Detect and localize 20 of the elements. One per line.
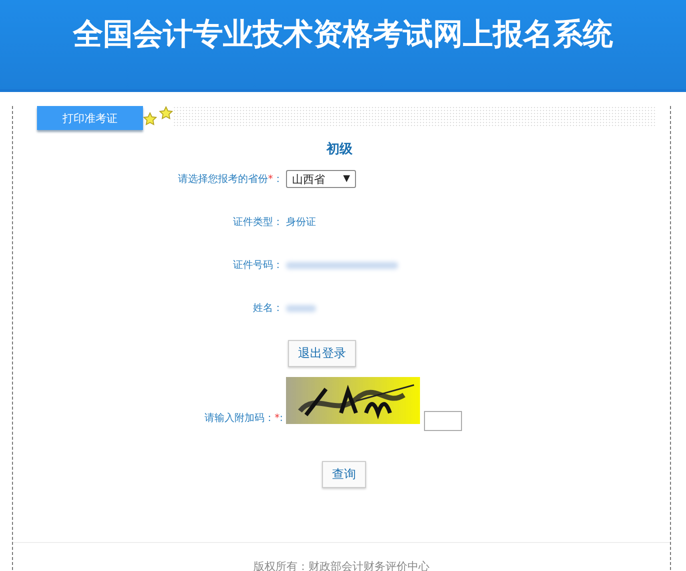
logout-button[interactable]: 退出登录 <box>288 340 356 366</box>
blurred-value <box>286 304 316 312</box>
field-label: 请输入附加码： <box>204 413 275 424</box>
page-title: 全国会计专业技术资格考试网上报名系统 <box>73 16 613 54</box>
query-button[interactable]: 查询 <box>322 461 366 488</box>
field-label: 证件号码： <box>233 260 283 271</box>
level-title: 初级 <box>325 140 354 158</box>
captcha-input[interactable] <box>424 411 462 431</box>
field-label: 证件类型： <box>233 217 283 228</box>
required-mark: * <box>268 174 273 185</box>
field-label: 姓名： <box>253 303 283 314</box>
star-icon <box>143 112 157 126</box>
label-colon: : <box>280 413 283 424</box>
star-icon <box>159 106 173 120</box>
required-mark: * <box>274 413 280 424</box>
field-value: 身份证 <box>286 216 316 229</box>
print-admission-tab[interactable]: 打印准考证 <box>37 106 143 130</box>
field-label: 请选择您报考的省份 <box>178 174 268 185</box>
label-colon: ： <box>273 174 283 185</box>
province-select[interactable]: 山西省 ▼ <box>286 170 356 188</box>
